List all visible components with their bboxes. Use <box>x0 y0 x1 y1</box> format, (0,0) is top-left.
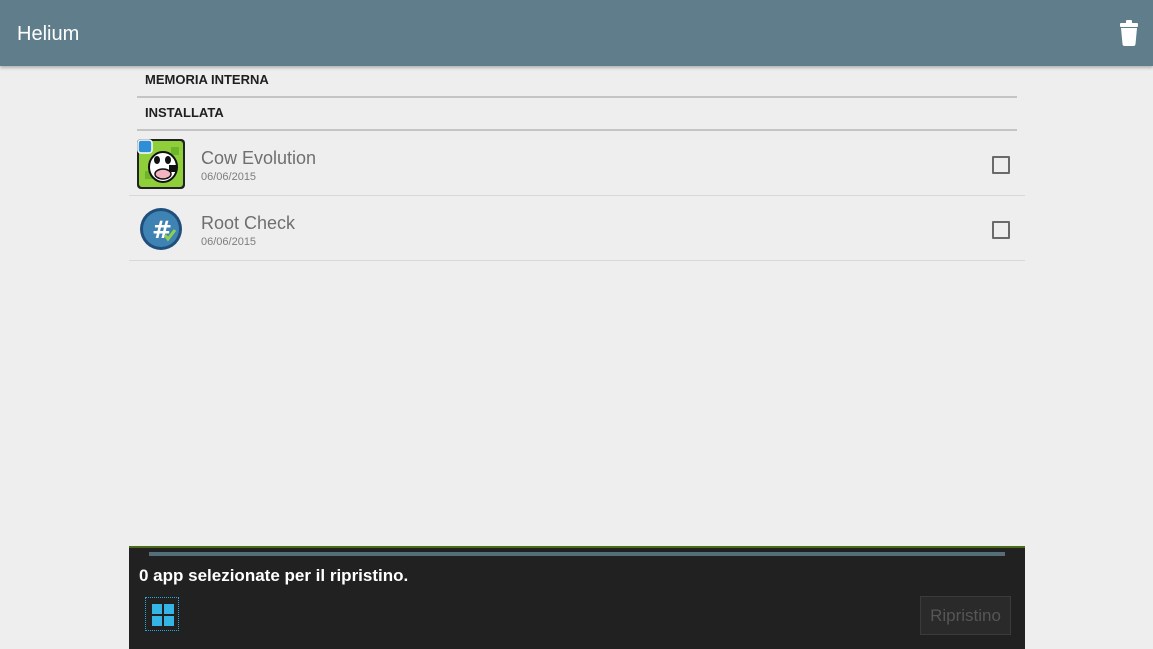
root-check-icon: # <box>140 208 182 250</box>
section-header-internal-memory: MEMORIA INTERNA <box>137 64 1017 98</box>
app-row-root-check[interactable]: # Root Check 06/06/2015 <box>129 196 1025 261</box>
app-name: Cow Evolution <box>201 148 317 168</box>
selection-status: 0 app selezionate per il ripristino. <box>139 566 409 585</box>
select-all-icon[interactable] <box>145 597 179 631</box>
app-date: 06/06/2015 <box>201 171 257 183</box>
progress-bar <box>149 552 1005 556</box>
section-label: MEMORIA INTERNA <box>145 72 269 87</box>
app-bar: Helium <box>0 0 1153 66</box>
restore-button[interactable]: Ripristino <box>920 596 1011 635</box>
app-title: Helium <box>17 23 80 45</box>
app-date: 06/06/2015 <box>201 236 257 248</box>
section-label: INSTALLATA <box>145 105 224 120</box>
cow-evolution-icon <box>137 139 185 189</box>
selection-panel: 0 app selezionate per il ripristino. Rip… <box>129 546 1025 649</box>
trash-icon[interactable] <box>1117 20 1141 46</box>
select-checkbox[interactable] <box>992 221 1010 239</box>
select-checkbox[interactable] <box>992 156 1010 174</box>
app-row-cow-evolution[interactable]: Cow Evolution 06/06/2015 <box>129 131 1025 196</box>
app-name: Root Check <box>201 213 296 233</box>
section-header-installed: INSTALLATA <box>137 97 1017 131</box>
